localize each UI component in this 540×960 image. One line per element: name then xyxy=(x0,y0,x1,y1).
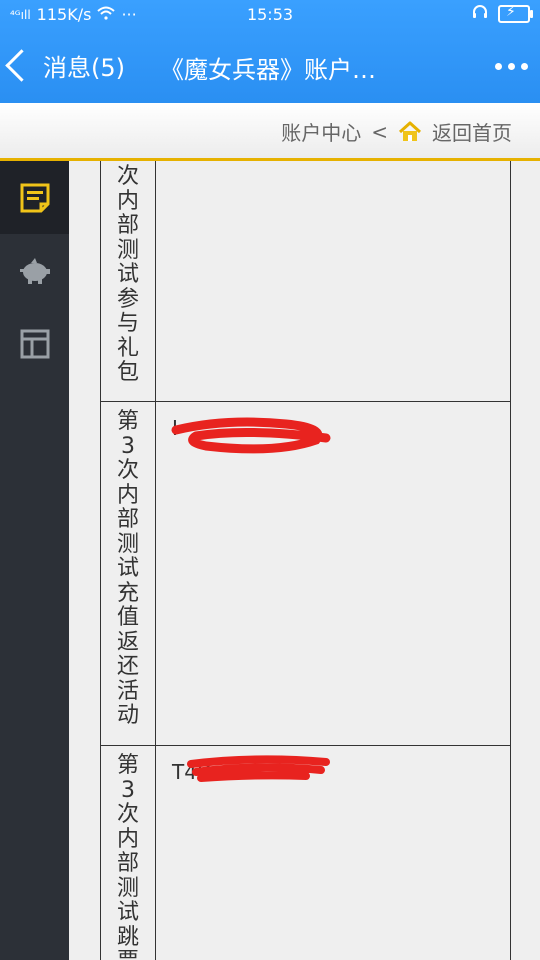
breadcrumb-home-link[interactable]: 返回首页 xyxy=(432,117,512,146)
layout-icon xyxy=(20,329,49,358)
event-char: 3 xyxy=(121,777,135,803)
gift-code-cell[interactable]: T4D xyxy=(156,746,510,960)
event-char: 试 xyxy=(116,262,139,287)
event-char: 部 xyxy=(116,213,139,238)
table-row: 第 3 次 内 部 测 试 充 值 返 还 活 动 I xyxy=(101,402,510,746)
headset-icon xyxy=(472,4,488,24)
top-bar: ⁴ᴳıll 115K/s ··· 15:53 ⚡ 消息(5) 《魔女兵器》账户… xyxy=(0,0,540,103)
event-char: 返 xyxy=(116,629,139,655)
breadcrumb-account-center[interactable]: 账户中心 xyxy=(281,117,361,146)
page-title: 《魔女兵器》账户… xyxy=(160,56,376,84)
breadcrumb: 账户中心 < 返回首页 xyxy=(0,103,540,161)
battery-icon: ⚡ xyxy=(498,4,533,23)
breadcrumb-inner: 账户中心 < 返回首页 xyxy=(281,117,512,146)
event-char: 试 xyxy=(116,556,139,581)
event-char: 测 xyxy=(116,237,139,263)
event-char: 部 xyxy=(116,507,139,532)
event-char: 与 xyxy=(116,311,139,336)
gift-code-table: 2 次 内 部 测 试 参 与 礼 包 第 xyxy=(100,161,511,960)
event-char: 礼 xyxy=(116,335,139,361)
event-char: 3 xyxy=(121,433,135,459)
back-button[interactable]: 消息(5) xyxy=(5,48,125,83)
sidebar-item-layout[interactable] xyxy=(0,307,69,380)
event-char: 次 xyxy=(116,802,139,827)
event-char: 参 xyxy=(116,286,139,312)
event-char: 第 xyxy=(116,753,139,778)
gift-code-text[interactable]: I xyxy=(172,416,178,440)
event-char: 活 xyxy=(116,678,139,704)
event-char: 充 xyxy=(116,580,139,606)
piggy-bank-icon xyxy=(19,257,50,284)
event-char: 票 xyxy=(117,949,139,960)
content-area[interactable]: 2 次 内 部 测 试 参 与 礼 包 第 xyxy=(69,161,540,960)
event-char: 内 xyxy=(116,188,139,214)
more-button[interactable] xyxy=(495,63,528,70)
status-bar: ⁴ᴳıll 115K/s ··· 15:53 ⚡ xyxy=(0,0,540,30)
event-char: 动 xyxy=(116,703,139,728)
event-char: 还 xyxy=(116,654,139,679)
event-char: 内 xyxy=(116,482,139,508)
event-char: 跳 xyxy=(116,924,139,950)
sidebar xyxy=(0,161,69,960)
more-dot-icon xyxy=(508,63,515,70)
gift-code-text[interactable]: T4D xyxy=(172,760,212,784)
event-char: 值 xyxy=(116,605,139,630)
event-char: 次 xyxy=(116,458,139,483)
event-name-cell: 第 3 次 内 部 测 试 充 值 返 还 活 动 xyxy=(101,402,156,745)
nav-bar: 消息(5) 《魔女兵器》账户… xyxy=(0,30,540,103)
event-name-cell: 第 3 次 内 部 测 试 跳 票 xyxy=(101,746,156,960)
sidebar-item-notes[interactable] xyxy=(0,161,69,234)
table-row: 2 次 内 部 测 试 参 与 礼 包 xyxy=(101,161,510,402)
status-time: 15:53 xyxy=(246,5,294,24)
table-row: 第 3 次 内 部 测 试 跳 票 T4D xyxy=(101,746,510,960)
status-right: ⚡ xyxy=(472,4,533,24)
event-char: 测 xyxy=(116,531,139,557)
gift-code-cell[interactable]: I xyxy=(156,402,510,745)
event-char: 包 xyxy=(116,360,139,385)
event-char: 次 xyxy=(116,164,139,189)
event-char: 试 xyxy=(116,900,139,925)
more-dot-icon xyxy=(495,63,502,70)
back-label: 消息(5) xyxy=(43,54,125,82)
redaction-scribble xyxy=(171,417,331,454)
note-icon xyxy=(20,183,49,212)
event-char: 内 xyxy=(116,826,139,852)
chevron-left-icon xyxy=(5,49,38,82)
event-char: 部 xyxy=(116,851,139,876)
sidebar-item-wallet[interactable] xyxy=(0,234,69,307)
gift-code-cell[interactable] xyxy=(156,161,510,401)
event-char: 第 xyxy=(116,409,139,434)
more-dot-icon xyxy=(521,63,528,70)
breadcrumb-separator: < xyxy=(371,119,388,144)
event-name-cell: 2 次 内 部 测 试 参 与 礼 包 xyxy=(101,161,156,401)
event-char: 测 xyxy=(116,875,139,901)
home-icon[interactable] xyxy=(398,121,422,143)
